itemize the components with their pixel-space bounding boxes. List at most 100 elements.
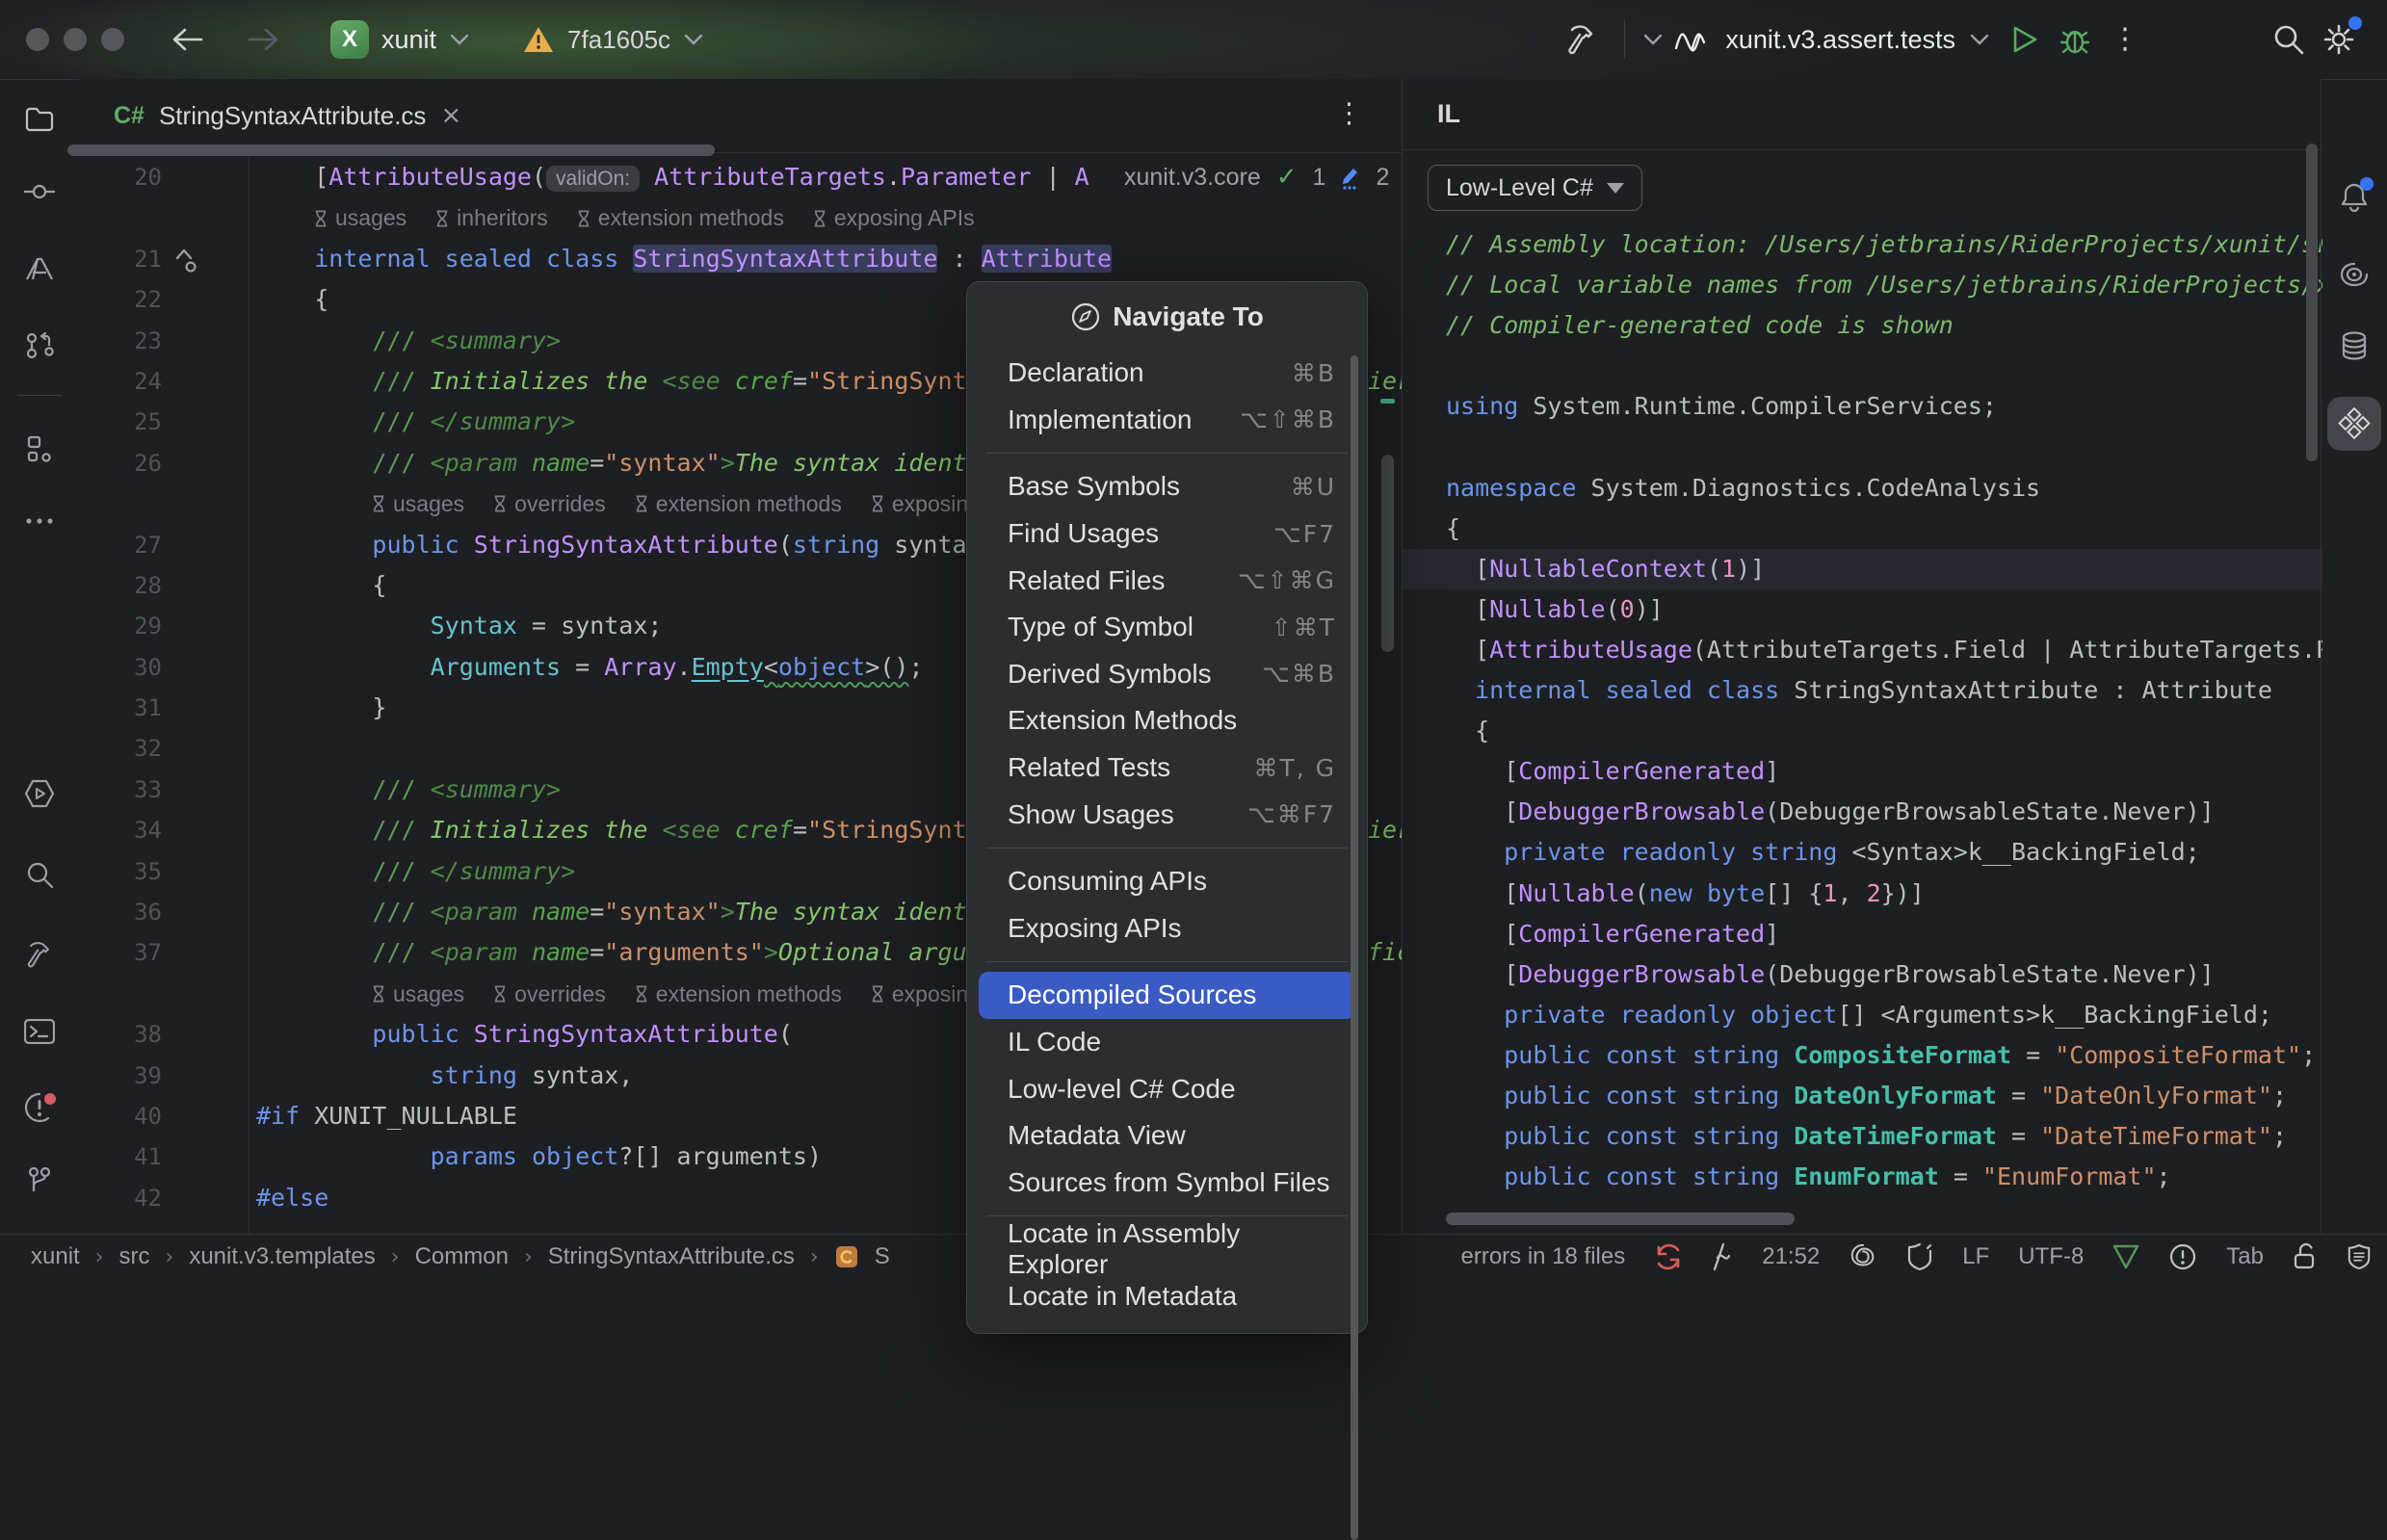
commit-icon[interactable] bbox=[14, 167, 65, 217]
problems-icon[interactable] bbox=[14, 1083, 65, 1133]
breadcrumb-item-partial[interactable]: S bbox=[875, 1243, 890, 1270]
terminal-icon[interactable] bbox=[14, 1006, 65, 1057]
code-lens-usages[interactable]: usages bbox=[372, 974, 464, 1014]
notifications-bell-icon[interactable] bbox=[2327, 171, 2381, 225]
scrollbar-mark bbox=[1380, 399, 1395, 404]
editor-tab[interactable]: C# StringSyntaxAttribute.cs × bbox=[104, 79, 471, 152]
il-mode-dropdown[interactable]: Low-Level C# bbox=[1428, 165, 1642, 211]
hourglass-icon bbox=[813, 210, 826, 227]
project-name: xunit bbox=[381, 25, 436, 55]
code-lens-usages[interactable]: usages bbox=[372, 483, 464, 524]
il-horizontal-scrollbar[interactable] bbox=[1446, 1213, 1795, 1225]
window-controls[interactable] bbox=[26, 28, 124, 51]
warning-circle-icon[interactable] bbox=[2168, 1242, 2197, 1271]
menu-item-low-level-c-code[interactable]: Low-level C# Code bbox=[979, 1065, 1355, 1112]
il-code-line: [CompilerGenerated] bbox=[1403, 914, 2322, 954]
menu-item-exposing-apis[interactable]: Exposing APIs bbox=[979, 905, 1355, 953]
menu-item-sources-from-symbol-files[interactable]: Sources from Symbol Files bbox=[979, 1160, 1355, 1207]
breadcrumbs[interactable]: xunit›src›xunit.v3.templates›Common›Stri… bbox=[31, 1243, 890, 1270]
ai-assistant-icon[interactable] bbox=[2327, 248, 2381, 301]
database-icon[interactable] bbox=[2327, 319, 2381, 373]
project-widget[interactable]: X xunit bbox=[330, 20, 470, 59]
close-tab-icon[interactable]: × bbox=[440, 101, 461, 130]
code-fragment: fic bbox=[1368, 932, 1402, 973]
menu-item-metadata-view[interactable]: Metadata View bbox=[979, 1112, 1355, 1160]
menu-item-il-code[interactable]: IL Code bbox=[979, 1019, 1355, 1066]
structure-icon[interactable] bbox=[14, 424, 65, 474]
menu-item-declaration[interactable]: Declaration⌘B bbox=[979, 350, 1355, 397]
project-folder-icon[interactable] bbox=[14, 94, 65, 144]
minimize-window-button[interactable] bbox=[64, 28, 87, 51]
sync-failed-icon[interactable] bbox=[1654, 1242, 1683, 1271]
more-tool-windows-icon[interactable] bbox=[14, 496, 65, 546]
assembly-explorer-icon[interactable] bbox=[2327, 397, 2381, 451]
code-lens-overrides[interactable]: overrides bbox=[493, 974, 606, 1014]
indent-widget[interactable]: Tab bbox=[2226, 1243, 2264, 1270]
chevron-down-icon[interactable] bbox=[1642, 33, 1664, 46]
code-lens-usages[interactable]: usages bbox=[314, 197, 407, 238]
debug-button[interactable] bbox=[2050, 14, 2100, 65]
breadcrumb-item[interactable]: xunit.v3.templates bbox=[189, 1243, 375, 1270]
line-number: 30 bbox=[79, 647, 162, 688]
il-vertical-scrollbar[interactable] bbox=[2306, 144, 2318, 461]
tab-strip-scrollbar[interactable] bbox=[67, 144, 715, 156]
run-configuration[interactable]: xunit.v3.assert.tests bbox=[1673, 25, 1990, 55]
popup-scrollbar[interactable] bbox=[1351, 355, 1358, 1540]
menu-item-consuming-apis[interactable]: Consuming APIs bbox=[979, 858, 1355, 905]
breadcrumb-item[interactable]: Common bbox=[415, 1243, 509, 1270]
zigzag-icon[interactable] bbox=[1712, 1242, 1733, 1271]
menu-item-type-of-symbol[interactable]: Type of Symbol⇧⌘T bbox=[979, 604, 1355, 651]
menu-item-decompiled-sources[interactable]: Decompiled Sources bbox=[979, 972, 1355, 1019]
hourglass-icon bbox=[493, 495, 507, 512]
menu-item-related-tests[interactable]: Related Tests⌘T, G bbox=[979, 744, 1355, 792]
menu-item-find-usages[interactable]: Find Usages⌥F7 bbox=[979, 510, 1355, 558]
inspections-triangle-icon[interactable] bbox=[2112, 1244, 2139, 1269]
vcs-widget[interactable]: 7fa1605c bbox=[522, 25, 704, 55]
pull-requests-icon[interactable] bbox=[14, 320, 65, 370]
editor-vertical-scrollbar[interactable] bbox=[1381, 455, 1394, 652]
run-button[interactable] bbox=[2000, 14, 2050, 65]
code-lens-extension-methods[interactable]: extension methods bbox=[635, 483, 842, 524]
lock-open-icon[interactable] bbox=[2293, 1242, 2318, 1271]
code-lens-extension-methods[interactable]: extension methods bbox=[635, 974, 842, 1014]
code-lens-extension-methods[interactable]: extension methods bbox=[577, 197, 784, 238]
breadcrumb-item[interactable]: StringSyntaxAttribute.cs bbox=[548, 1243, 795, 1270]
settings-gear-icon[interactable] bbox=[2314, 14, 2364, 65]
project-icon: X bbox=[330, 20, 369, 59]
protection-shield-icon[interactable] bbox=[2347, 1242, 2372, 1271]
shield-check-icon[interactable] bbox=[1906, 1242, 1933, 1271]
line-separator-widget[interactable]: LF bbox=[1962, 1243, 1989, 1270]
menu-item-show-usages[interactable]: Show Usages⌥⌘F7 bbox=[979, 791, 1355, 838]
zoom-window-button[interactable] bbox=[101, 28, 124, 51]
menu-item-derived-symbols[interactable]: Derived Symbols⌥⌘B bbox=[979, 651, 1355, 698]
breadcrumb-item[interactable]: src bbox=[119, 1243, 150, 1270]
code-lens-inheritors[interactable]: inheritors bbox=[435, 197, 548, 238]
menu-item-related-files[interactable]: Related Files⌥⇧⌘G bbox=[979, 557, 1355, 604]
breadcrumb-item[interactable]: xunit bbox=[31, 1243, 80, 1270]
search-icon[interactable] bbox=[2264, 14, 2314, 65]
forward-arrow-icon[interactable] bbox=[248, 26, 280, 53]
encoding-widget[interactable]: UTF-8 bbox=[2018, 1243, 2084, 1270]
code-lens-exposing-APIs[interactable]: exposing APIs bbox=[813, 197, 975, 238]
back-arrow-icon[interactable] bbox=[170, 26, 203, 53]
inspection-widget[interactable]: xunit.v3.core✓12⋮ bbox=[1124, 157, 1402, 197]
menu-item-extension-methods[interactable]: Extension Methods bbox=[979, 697, 1355, 744]
git-branch-icon[interactable] bbox=[14, 1156, 65, 1206]
il-panel-header[interactable]: IL bbox=[1403, 79, 2322, 150]
find-icon[interactable] bbox=[14, 849, 65, 900]
tab-options-icon[interactable]: ⋮ bbox=[1335, 96, 1363, 129]
code-lens-overrides[interactable]: overrides bbox=[493, 483, 606, 524]
menu-item-base-symbols[interactable]: Base Symbols⌘U bbox=[979, 463, 1355, 510]
il-code-lines[interactable]: // Assembly location: /Users/jetbrains/R… bbox=[1403, 224, 2322, 1235]
error-summary[interactable]: errors in 18 files bbox=[1460, 1243, 1625, 1270]
build-icon[interactable] bbox=[14, 929, 65, 979]
rider-a-icon[interactable] bbox=[14, 244, 65, 294]
close-window-button[interactable] bbox=[26, 28, 49, 51]
more-vertical-icon[interactable]: ⋮ bbox=[2100, 14, 2150, 65]
menu-item-locate-in-assembly-explorer[interactable]: Locate in Assembly Explorer bbox=[979, 1226, 1355, 1273]
build-hammer-icon[interactable] bbox=[1557, 14, 1607, 65]
services-icon[interactable] bbox=[14, 769, 65, 819]
clock-widget[interactable]: 21:52 bbox=[1762, 1243, 1820, 1270]
at-spiral-icon[interactable] bbox=[1849, 1242, 1877, 1271]
menu-item-implementation[interactable]: Implementation⌥⇧⌘B bbox=[979, 397, 1355, 444]
